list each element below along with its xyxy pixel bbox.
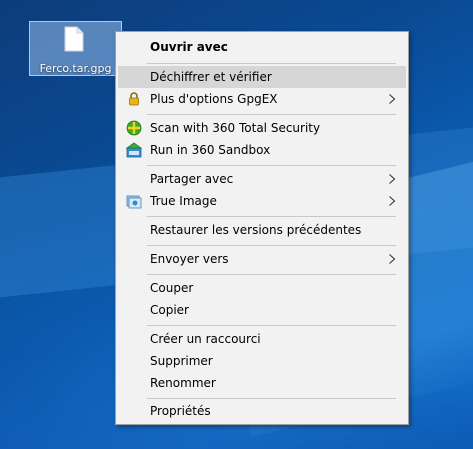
menu-separator [147, 216, 396, 217]
menu-item-partager-avec[interactable]: Partager avec [118, 168, 406, 190]
context-menu: Ouvrir avec Déchiffrer et vérifier Plus … [115, 31, 409, 425]
menu-item-label: Plus d'options GpgEX [150, 92, 278, 106]
chevron-right-icon [389, 174, 396, 184]
menu-item-ouvrir-avec[interactable]: Ouvrir avec [118, 36, 406, 58]
true-image-icon [126, 195, 142, 209]
menu-item-supprimer[interactable]: Supprimer [118, 350, 406, 372]
menu-item-label: Couper [150, 281, 194, 295]
menu-item-label: Copier [150, 303, 189, 317]
menu-item-label: Run in 360 Sandbox [150, 143, 271, 157]
menu-item-run-360-sandbox[interactable]: Run in 360 Sandbox [118, 139, 406, 161]
menu-item-label: Créer un raccourci [150, 332, 261, 346]
menu-item-copier[interactable]: Copier [118, 299, 406, 321]
menu-item-label: Restaurer les versions précédentes [150, 223, 362, 237]
menu-item-plus-options-gpgex[interactable]: Plus d'options GpgEX [118, 88, 406, 110]
chevron-right-icon [389, 196, 396, 206]
360-shield-icon [126, 120, 142, 136]
desktop-file-item[interactable]: Ferco.tar.gpg [29, 21, 122, 76]
menu-item-label: Partager avec [150, 172, 234, 186]
menu-item-restaurer-versions[interactable]: Restaurer les versions précédentes [118, 219, 406, 241]
menu-item-label: Ouvrir avec [150, 40, 228, 54]
menu-item-true-image[interactable]: True Image [118, 190, 406, 212]
menu-item-label: Renommer [150, 376, 216, 390]
menu-separator [147, 245, 396, 246]
menu-item-couper[interactable]: Couper [118, 277, 406, 299]
menu-separator [147, 114, 396, 115]
menu-item-label: Scan with 360 Total Security [150, 121, 321, 135]
menu-separator [147, 325, 396, 326]
menu-item-label: Propriétés [150, 404, 211, 418]
chevron-right-icon [389, 94, 396, 104]
menu-item-label: Envoyer vers [150, 252, 229, 266]
menu-item-label: Déchiffrer et vérifier [150, 70, 272, 84]
menu-separator [147, 398, 396, 399]
desktop-file-label: Ferco.tar.gpg [39, 62, 112, 75]
menu-item-proprietes[interactable]: Propriétés [118, 400, 406, 422]
menu-item-envoyer-vers[interactable]: Envoyer vers [118, 248, 406, 270]
menu-separator [147, 63, 396, 64]
menu-item-label: True Image [150, 194, 217, 208]
sandbox-icon [126, 142, 142, 158]
menu-item-renommer[interactable]: Renommer [118, 372, 406, 394]
menu-item-label: Supprimer [150, 354, 213, 368]
menu-item-creer-raccourci[interactable]: Créer un raccourci [118, 328, 406, 350]
menu-item-scan-360[interactable]: Scan with 360 Total Security [118, 117, 406, 139]
lock-icon [129, 92, 139, 106]
document-icon [64, 26, 84, 52]
menu-separator [147, 165, 396, 166]
menu-separator [147, 274, 396, 275]
chevron-right-icon [389, 254, 396, 264]
menu-item-dechiffrer-et-verifier[interactable]: Déchiffrer et vérifier [118, 66, 406, 88]
